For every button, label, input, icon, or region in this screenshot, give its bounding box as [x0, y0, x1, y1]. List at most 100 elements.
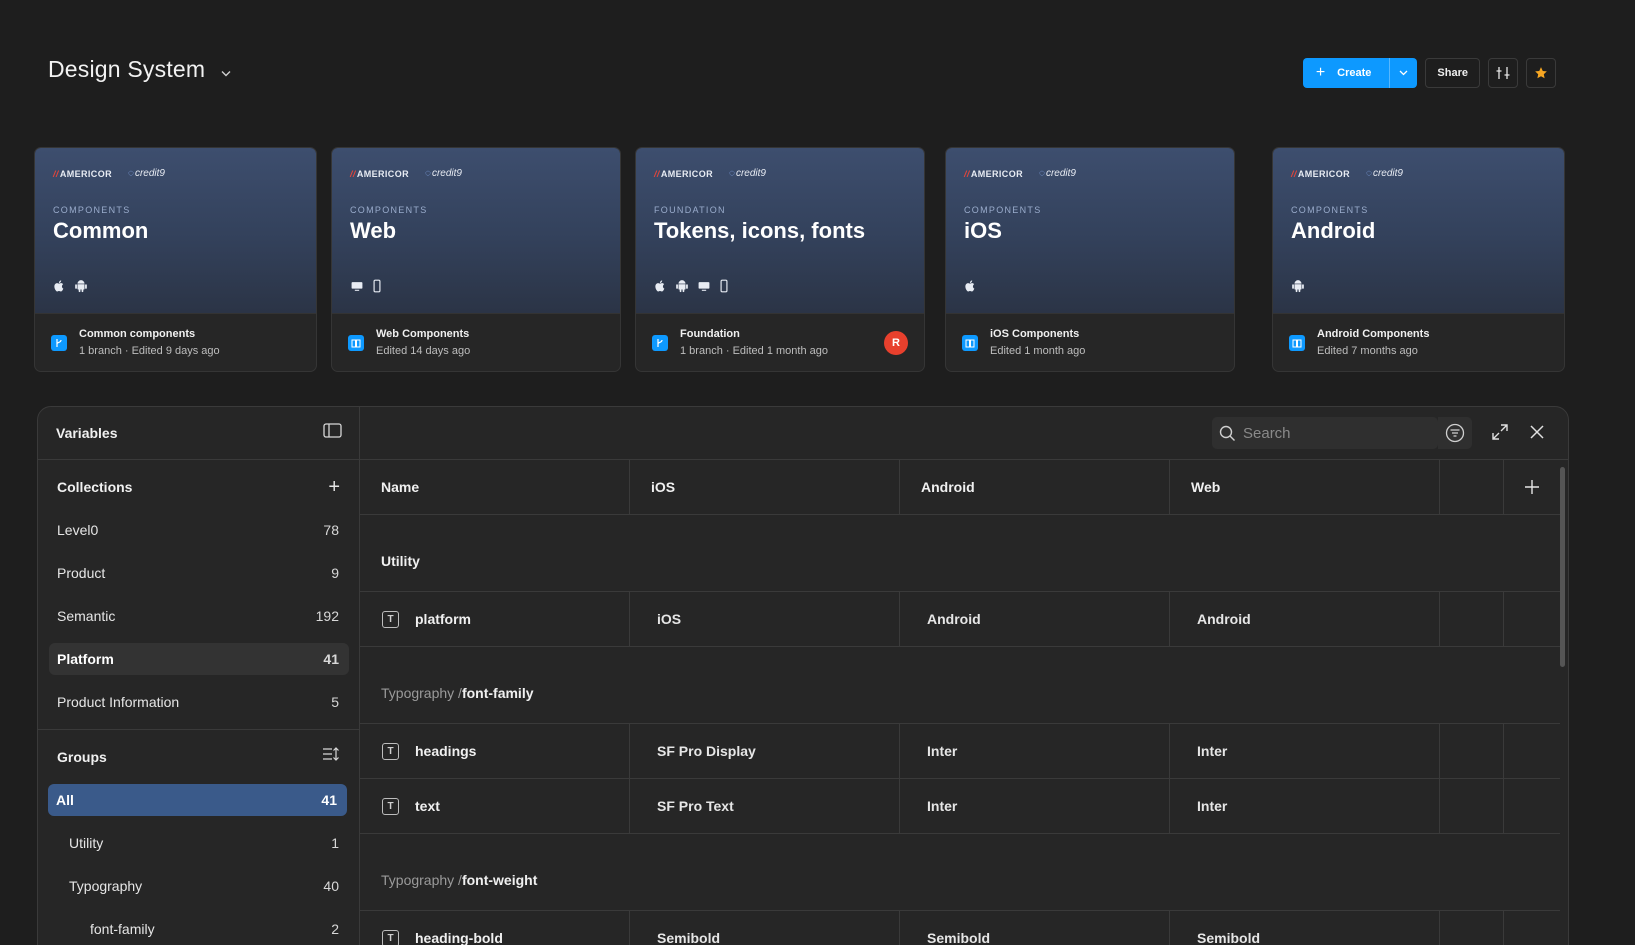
brand-logos: //AMERICOR ◌credit9	[654, 168, 906, 179]
page-header: Design System	[48, 56, 231, 83]
table-row[interactable]: Ttext SF Pro Text Inter Inter	[360, 779, 1560, 834]
collection-item-selected[interactable]: Platform 41	[49, 643, 349, 675]
add-collection-button[interactable]: +	[328, 477, 340, 497]
collection-item[interactable]: Semantic 192	[49, 600, 349, 632]
branch-icon	[51, 334, 67, 351]
file-card[interactable]: //AMERICOR ◌credit9 COMPONENTS Android A…	[1272, 147, 1565, 372]
groups-header: Groups	[38, 730, 359, 784]
dev-mode-button[interactable]	[1488, 58, 1518, 88]
desktop-icon	[351, 281, 363, 291]
group-item[interactable]: Typography 40	[49, 870, 349, 902]
table-row[interactable]: Theading-bold Semibold Semibold Semibold	[360, 911, 1560, 945]
group-item[interactable]: Utility 1	[49, 827, 349, 859]
brand-logos: //AMERICOR ◌credit9	[964, 168, 1216, 179]
value-cell-web[interactable]: Inter	[1170, 724, 1440, 778]
credit9-logo: ◌credit9	[1039, 168, 1076, 179]
column-header-name[interactable]: Name	[360, 460, 630, 514]
table-row[interactable]: Tplatform iOS Android Android	[360, 592, 1560, 647]
page-title[interactable]: Design System	[48, 56, 205, 83]
card-thumbnail: //AMERICOR ◌credit9 COMPONENTS Common	[35, 148, 316, 313]
create-main[interactable]: + Create	[1303, 58, 1390, 88]
variables-header: Variables	[38, 407, 359, 460]
value-cell-ios[interactable]: SF Pro Text	[630, 779, 900, 833]
file-name: iOS Components	[990, 328, 1080, 340]
share-button[interactable]: Share	[1425, 58, 1480, 88]
empty-cell	[1440, 592, 1504, 646]
group-item-selected[interactable]: All 41	[48, 784, 347, 816]
file-card[interactable]: //AMERICOR ◌credit9 FOUNDATION Tokens, i…	[635, 147, 925, 372]
platform-icons	[350, 279, 382, 293]
column-header-web[interactable]: Web	[1170, 460, 1440, 514]
card-kind: COMPONENTS	[964, 205, 1042, 215]
plus-icon	[1525, 480, 1539, 494]
create-dropdown-button[interactable]	[1389, 58, 1417, 88]
card-footer: iOS Components Edited 1 month ago	[946, 313, 1234, 371]
variable-name-cell[interactable]: Ttext	[360, 779, 630, 833]
value-cell-web[interactable]: Inter	[1170, 779, 1440, 833]
collection-item[interactable]: Product Information 5	[49, 686, 349, 718]
variable-name-cell[interactable]: Theadings	[360, 724, 630, 778]
search-input[interactable]	[1243, 424, 1423, 442]
card-kind: COMPONENTS	[53, 205, 131, 215]
empty-cell	[1504, 724, 1560, 778]
americor-logo: //AMERICOR	[964, 168, 1024, 179]
value-cell-android[interactable]: Inter	[900, 724, 1170, 778]
filter-button[interactable]	[1438, 417, 1472, 449]
credit9-logo: ◌credit9	[729, 168, 766, 179]
value-cell-android[interactable]: Android	[900, 592, 1170, 646]
favorite-button[interactable]	[1526, 58, 1556, 88]
card-kind: COMPONENTS	[350, 205, 428, 215]
card-thumbnail: //AMERICOR ◌credit9 FOUNDATION Tokens, i…	[636, 148, 924, 313]
sort-groups-icon[interactable]	[322, 747, 340, 767]
file-card[interactable]: //AMERICOR ◌credit9 COMPONENTS Common Co…	[34, 147, 317, 372]
search-field[interactable]	[1212, 417, 1438, 449]
group-item[interactable]: font-family 2	[49, 913, 349, 945]
value-cell-web[interactable]: Semibold	[1170, 911, 1440, 945]
card-footer: Common components 1 branch · Edited 9 da…	[35, 313, 316, 371]
mobile-icon	[720, 279, 728, 293]
column-header-ios[interactable]: iOS	[630, 460, 900, 514]
value-cell-ios[interactable]: iOS	[630, 592, 900, 646]
file-card[interactable]: //AMERICOR ◌credit9 COMPONENTS Web Web C…	[331, 147, 621, 372]
table-row[interactable]: Theadings SF Pro Display Inter Inter	[360, 724, 1560, 779]
sidebar-toggle-icon[interactable]	[323, 423, 342, 443]
variable-name-cell[interactable]: Theading-bold	[360, 911, 630, 945]
card-kind: COMPONENTS	[1291, 205, 1369, 215]
americor-logo: //AMERICOR	[350, 168, 410, 179]
variable-name-cell[interactable]: Tplatform	[360, 592, 630, 646]
value-cell-android[interactable]: Semibold	[900, 911, 1170, 945]
text-variable-icon: T	[382, 797, 399, 815]
file-name: Web Components	[376, 328, 470, 340]
expand-icon[interactable]	[1491, 423, 1509, 446]
close-icon[interactable]	[1528, 423, 1546, 446]
group-heading: Typography / font-family	[360, 647, 1560, 724]
file-card[interactable]: //AMERICOR ◌credit9 COMPONENTS iOS iOS C…	[945, 147, 1235, 372]
file-name: Foundation	[680, 328, 740, 340]
file-subtitle: 1 branch · Edited 9 days ago	[79, 345, 220, 357]
add-column-button[interactable]	[1504, 460, 1560, 514]
star-icon	[1535, 67, 1547, 79]
empty-cell	[1504, 592, 1560, 646]
value-cell-ios[interactable]: Semibold	[630, 911, 900, 945]
group-heading: Typography / font-weight	[360, 834, 1560, 911]
text-variable-icon: T	[382, 610, 399, 628]
create-label: Create	[1337, 67, 1372, 79]
brand-logos: //AMERICOR ◌credit9	[53, 168, 298, 179]
chevron-down-icon[interactable]	[221, 66, 231, 80]
collection-item[interactable]: Product 9	[49, 557, 349, 589]
empty-cell	[1504, 779, 1560, 833]
americor-logo: //AMERICOR	[53, 168, 113, 179]
value-cell-web[interactable]: Android	[1170, 592, 1440, 646]
empty-cell	[1440, 911, 1504, 945]
column-header-android[interactable]: Android	[900, 460, 1170, 514]
collection-item[interactable]: Level0 78	[49, 514, 349, 546]
value-cell-ios[interactable]: SF Pro Display	[630, 724, 900, 778]
scrollbar[interactable]	[1560, 467, 1565, 667]
avatar[interactable]: R	[884, 330, 908, 355]
value-cell-android[interactable]: Inter	[900, 779, 1170, 833]
search-icon	[1219, 425, 1235, 441]
card-footer: Foundation 1 branch · Edited 1 month ago…	[636, 313, 924, 371]
create-button[interactable]: + Create	[1302, 58, 1418, 88]
text-variable-icon: T	[382, 742, 399, 760]
library-icon	[1289, 334, 1305, 351]
